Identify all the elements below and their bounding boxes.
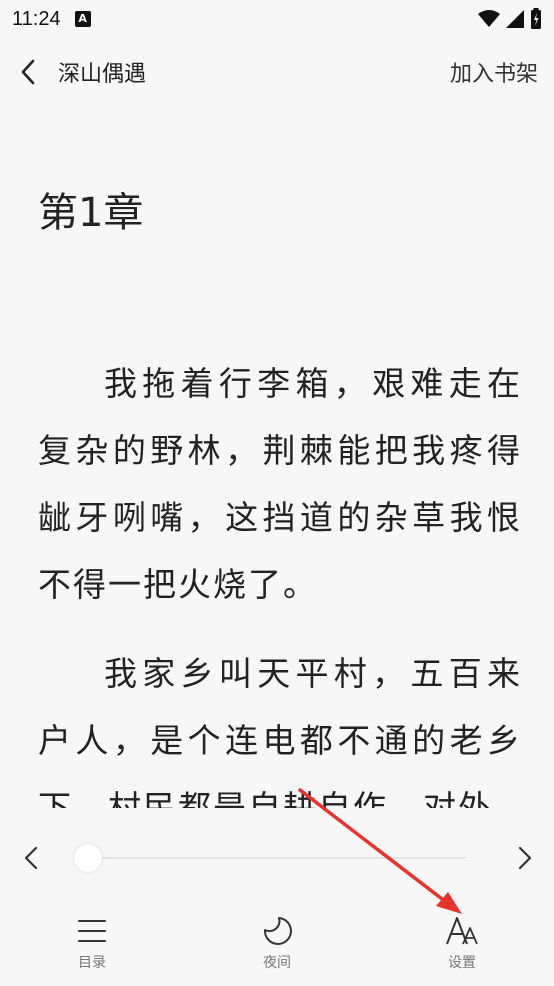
signal-icon	[506, 10, 524, 28]
next-chapter-button[interactable]	[510, 844, 538, 872]
notification-icon: A	[74, 11, 91, 27]
menu-icon	[75, 914, 109, 948]
bottom-toolbar: 目录 夜间 设置	[0, 906, 554, 986]
back-button[interactable]	[18, 52, 50, 92]
chevron-left-icon	[21, 59, 35, 85]
chevron-left-icon	[24, 846, 38, 870]
paragraph: 我家乡叫天平村，五百来户人，是个连电都不通的老乡下，村民都是自耕自作，对外	[38, 654, 522, 808]
wifi-icon	[478, 10, 500, 27]
toc-button[interactable]: 目录	[52, 914, 132, 972]
status-bar: 11:24 A	[0, 0, 554, 38]
status-time: 11:24	[12, 7, 61, 30]
toc-label: 目录	[78, 955, 106, 971]
settings-label: 设置	[448, 955, 476, 971]
previous-chapter-button[interactable]	[18, 844, 46, 872]
moon-icon	[260, 914, 294, 948]
reader-top-bar: 深山偶遇 加入书架	[0, 44, 554, 100]
progress-row	[0, 836, 554, 880]
chevron-right-icon	[518, 846, 532, 870]
settings-button[interactable]: 设置	[422, 914, 502, 972]
battery-icon	[531, 8, 541, 29]
progress-track[interactable]	[88, 857, 466, 859]
add-to-shelf-button[interactable]: 加入书架	[450, 56, 538, 88]
status-indicators	[478, 8, 542, 30]
progress-slider-thumb[interactable]	[74, 844, 102, 872]
chapter-content[interactable]: 我拖着行李箱，艰难走在复杂的野林，荆棘能把我疼得龇牙咧嘴，这挡道的杂草我恨不得一…	[38, 350, 522, 808]
font-size-icon	[445, 914, 479, 948]
night-mode-button[interactable]: 夜间	[237, 914, 317, 972]
chapter-title: 第1章	[38, 190, 144, 236]
book-title: 深山偶遇	[58, 62, 147, 87]
night-mode-label: 夜间	[263, 955, 291, 971]
paragraph: 我拖着行李箱，艰难走在复杂的野林，荆棘能把我疼得龇牙咧嘴，这挡道的杂草我恨不得一…	[38, 364, 522, 604]
